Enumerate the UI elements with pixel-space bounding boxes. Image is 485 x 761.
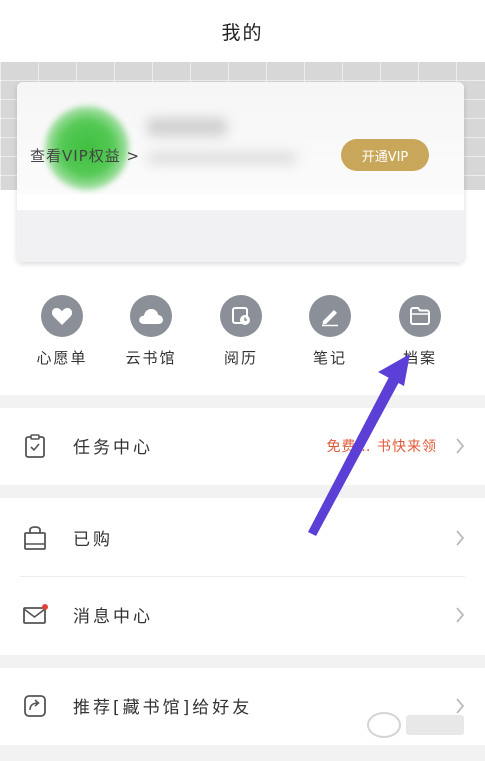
shortcut-notes[interactable]: 笔记 [290, 295, 370, 368]
shortcut-label: 阅历 [223, 349, 258, 367]
top-bar: 我的 [0, 0, 485, 62]
menu-label: 已购 [73, 530, 113, 550]
user-info-blurred [147, 152, 297, 164]
menu-section-tasks: 任务中心 免费… 书快来领 [0, 408, 485, 485]
task-promo-text: 免费… 书快来领 [326, 438, 437, 455]
heart-icon [41, 295, 83, 337]
open-vip-button[interactable]: 开通VIP [341, 139, 429, 171]
shortcut-label: 档案 [402, 349, 437, 367]
profile-card [17, 82, 464, 262]
menu-section-account: 已购 消息中心 [0, 498, 485, 655]
menu-label: 推荐[藏书馆]给好友 [73, 698, 253, 718]
share-icon [24, 694, 46, 717]
menu-item-messages[interactable]: 消息中心 [0, 577, 485, 652]
menu-item-task-center[interactable]: 任务中心 免费… 书快来领 [0, 408, 485, 483]
calendar-icon [220, 295, 262, 337]
view-vip-rights-link[interactable]: 查看VIP权益 > [30, 145, 140, 166]
mail-icon [23, 603, 48, 624]
menu-label: 任务中心 [73, 438, 153, 458]
username-blurred [147, 118, 227, 136]
cloud-icon [130, 295, 172, 337]
clipboard-icon [25, 433, 45, 458]
watermark [362, 705, 472, 749]
page-title: 我的 [221, 21, 264, 44]
shortcut-label: 云书馆 [125, 349, 177, 367]
shortcut-label: 心愿单 [36, 349, 88, 367]
menu-item-purchased[interactable]: 已购 [0, 500, 485, 575]
shortcut-row: 心愿单 云书馆 阅历 笔记 档案 [0, 285, 485, 395]
folder-icon [399, 295, 441, 337]
shopping-bag-icon [24, 525, 46, 550]
shortcut-cloud-library[interactable]: 云书馆 [111, 295, 191, 368]
shortcut-archive[interactable]: 档案 [380, 295, 460, 368]
menu-label: 消息中心 [73, 607, 153, 627]
shortcut-wishlist[interactable]: 心愿单 [22, 295, 102, 368]
shortcut-reading-history[interactable]: 阅历 [201, 295, 281, 368]
chevron-right-icon [456, 437, 465, 454]
chevron-right-icon [456, 529, 465, 546]
chevron-right-icon [456, 606, 465, 623]
shortcut-label: 笔记 [312, 349, 347, 367]
pen-icon [309, 295, 351, 337]
vip-strip [17, 210, 464, 262]
